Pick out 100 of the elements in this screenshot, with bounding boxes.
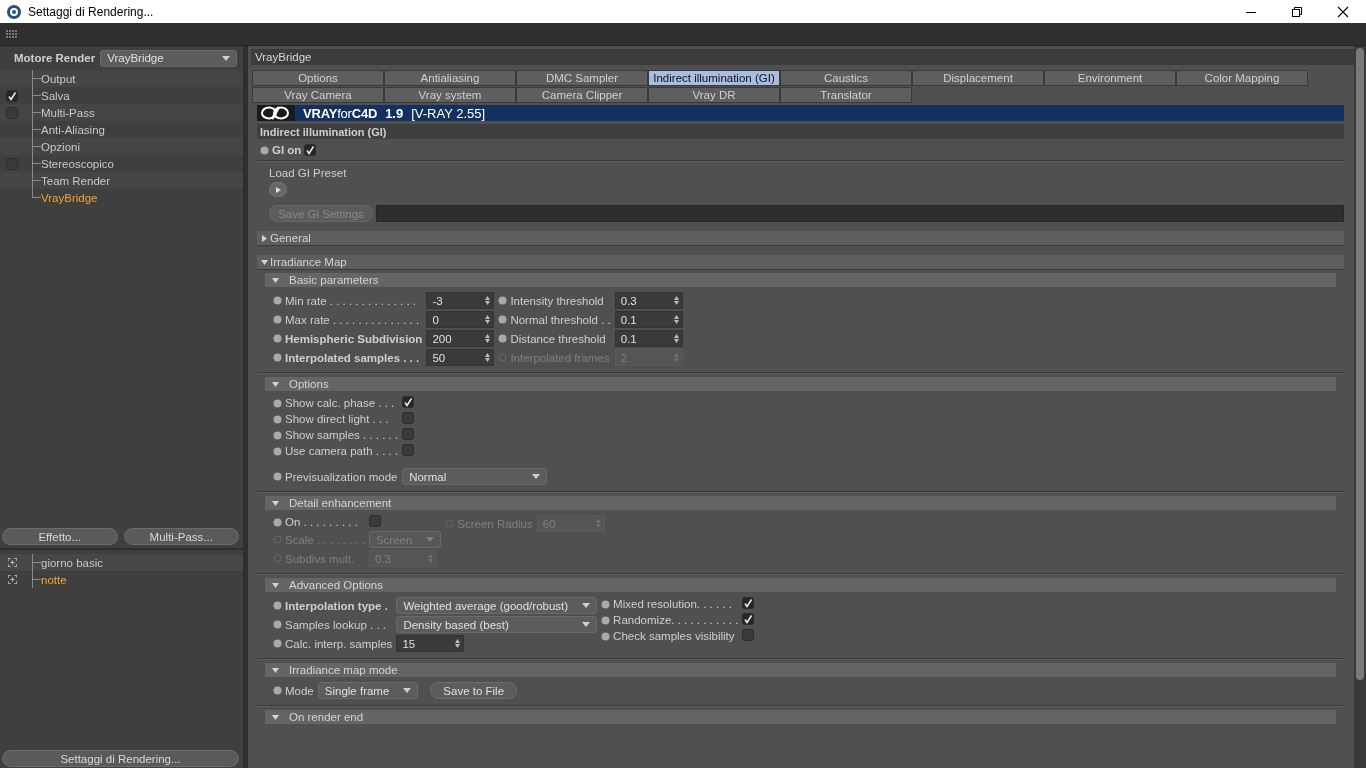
keyframe-dot-icon: [273, 430, 282, 440]
tree-item[interactable]: Multi-Pass: [40, 106, 95, 119]
keyframe-dot-icon: [498, 296, 508, 305]
expanded-triangle-icon[interactable]: [272, 713, 279, 721]
keyframe-dot-icon: [273, 446, 282, 456]
preset-icon[interactable]: [7, 558, 17, 567]
tab[interactable]: Vray DR: [648, 87, 780, 103]
checkbox[interactable]: [402, 444, 415, 456]
scrollbar[interactable]: [1356, 48, 1364, 680]
dropdown[interactable]: Normal: [402, 468, 548, 485]
tree-item[interactable]: Anti-Aliasing: [40, 123, 105, 136]
spinner-icon: [485, 353, 491, 362]
expanded-triangle-icon[interactable]: [261, 258, 268, 266]
tab[interactable]: Caustics: [780, 70, 912, 86]
play-button[interactable]: [269, 182, 287, 197]
panel-header: VrayBridge: [251, 49, 1354, 65]
number-field[interactable]: -3: [426, 292, 495, 309]
tab[interactable]: DMC Sampler: [516, 70, 648, 86]
save-to-file-button[interactable]: Save to File: [430, 682, 518, 699]
parameter-label: Distance threshold: [510, 332, 606, 345]
number-field[interactable]: 0.1: [614, 330, 683, 347]
checkbox[interactable]: [742, 629, 755, 641]
tab[interactable]: Camera Clipper: [516, 87, 648, 103]
collapsed-triangle-icon[interactable]: [261, 234, 268, 242]
group-header[interactable]: General: [257, 231, 1344, 246]
checkbox[interactable]: [402, 412, 415, 424]
checkbox[interactable]: [742, 597, 755, 609]
preset-item[interactable]: notte: [40, 573, 67, 586]
caret-icon: [582, 622, 591, 627]
subsection-header[interactable]: Irradiance map mode: [265, 663, 1336, 677]
subsection-header[interactable]: On render end: [265, 710, 1336, 724]
subsection-header[interactable]: Basic parameters: [265, 273, 1336, 287]
restore-icon[interactable]: [1291, 5, 1303, 18]
checkbox[interactable]: [742, 613, 755, 625]
checkbox[interactable]: [6, 106, 18, 119]
checkbox[interactable]: [304, 144, 317, 156]
spinner-icon: [485, 315, 491, 324]
tab[interactable]: Indirect illumination (GI): [648, 70, 780, 86]
expanded-triangle-icon[interactable]: [272, 581, 279, 589]
subsection-header[interactable]: Advanced Options: [265, 578, 1336, 592]
group-header[interactable]: Irradiance Map: [257, 255, 1344, 270]
tab[interactable]: Color Mapping: [1176, 70, 1308, 86]
tab[interactable]: Options: [252, 70, 384, 86]
dropdown[interactable]: Single frame: [317, 682, 419, 699]
expanded-triangle-icon[interactable]: [272, 380, 279, 388]
parameter-label: Mixed resolution. . . . . .: [613, 598, 732, 610]
dropdown[interactable]: Density based (best): [396, 616, 598, 633]
tab[interactable]: Displacement: [912, 70, 1044, 86]
engine-dropdown[interactable]: VrayBridge: [100, 49, 237, 67]
checkbox[interactable]: [368, 515, 381, 527]
tab[interactable]: Vray system: [384, 87, 516, 103]
multi-pass-button[interactable]: Effetto...: [2, 528, 118, 545]
tree-item[interactable]: Opzioni: [40, 140, 80, 153]
tree-item[interactable]: Output: [40, 72, 76, 85]
checkbox[interactable]: [6, 89, 18, 102]
caret-icon: [222, 55, 230, 61]
tree-item[interactable]: Stereoscopico: [40, 157, 114, 170]
tab[interactable]: Environment: [1044, 70, 1176, 86]
subsection-header[interactable]: Detail enhancement: [265, 496, 1336, 510]
number-field[interactable]: 0.1: [614, 311, 683, 328]
expanded-triangle-icon[interactable]: [272, 499, 279, 507]
grip-icon[interactable]: [6, 29, 18, 39]
spinner-icon: [485, 296, 491, 305]
number-field[interactable]: 200: [426, 330, 495, 347]
spinner-icon: [595, 519, 601, 528]
subsection-header[interactable]: Options: [265, 377, 1336, 391]
keyframe-dot-icon: [498, 315, 508, 324]
checkbox-label: GI on: [272, 144, 302, 156]
tab[interactable]: Translator: [780, 87, 912, 103]
tree-item[interactable]: VrayBridge: [40, 191, 98, 204]
tree-item[interactable]: Salva: [40, 89, 70, 102]
preset-label: Load GI Preset: [269, 167, 348, 179]
caret-icon: [426, 537, 435, 542]
multi-pass-button[interactable]: Multi-Pass...: [123, 528, 239, 545]
tab[interactable]: Antialiasing: [384, 70, 516, 86]
parameter-label: Interpolated samples . . .: [285, 351, 420, 364]
number-field[interactable]: 0: [426, 311, 495, 328]
path-field[interactable]: [376, 205, 1344, 222]
parameter-label: Intensity threshold: [510, 294, 604, 307]
parameter-label: Previsualization mode: [285, 470, 398, 483]
preset-item[interactable]: giorno basic: [40, 556, 103, 569]
caret-icon: [403, 688, 412, 693]
keyframe-dot-icon: [273, 517, 282, 527]
keyframe-dot-icon: [273, 414, 282, 424]
number-field[interactable]: 0.3: [614, 292, 683, 309]
caret-icon: [582, 603, 591, 608]
close-icon[interactable]: [1337, 5, 1349, 18]
checkbox[interactable]: [402, 396, 415, 408]
checkbox[interactable]: [402, 428, 415, 440]
dropdown[interactable]: Weighted average (good/robust): [396, 597, 598, 614]
preset-icon[interactable]: [7, 575, 17, 584]
keyframe-dot-icon: [601, 599, 611, 609]
number-field[interactable]: 50: [426, 349, 495, 366]
parameter-label: Show direct light . . .: [285, 413, 389, 425]
tab[interactable]: Vray Camera: [252, 87, 384, 103]
expanded-triangle-icon[interactable]: [272, 276, 279, 284]
render-settings-button[interactable]: Settaggi di Rendering...: [2, 750, 239, 767]
keyframe-dot-icon: [273, 315, 282, 324]
expanded-triangle-icon[interactable]: [272, 666, 279, 674]
number-field[interactable]: 15: [396, 635, 465, 652]
